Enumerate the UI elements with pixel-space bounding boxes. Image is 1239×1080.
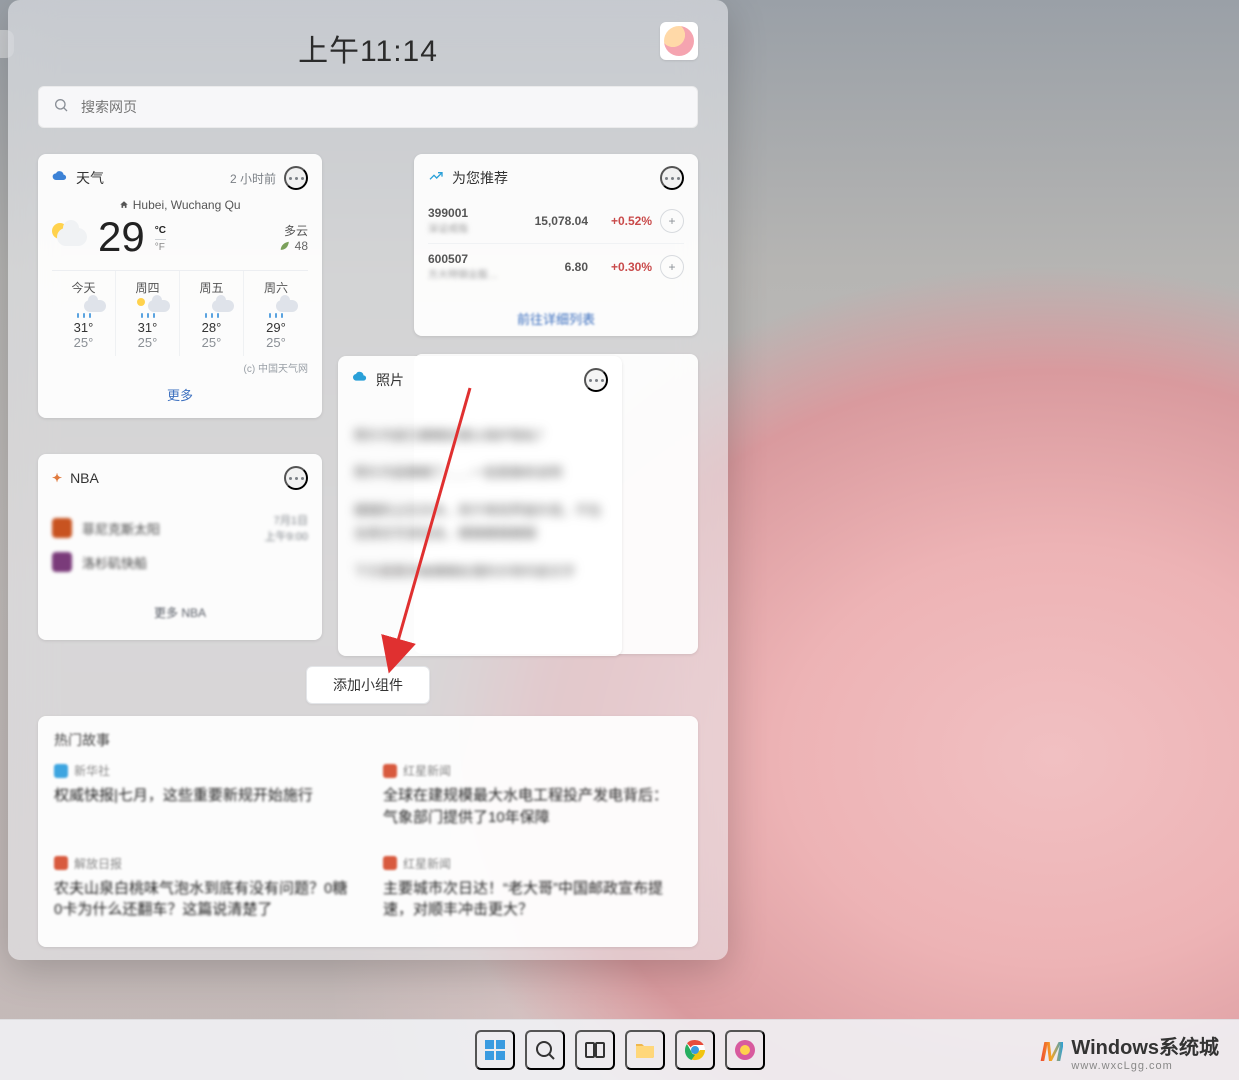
profile-button[interactable]: [660, 22, 698, 60]
weather-location: Hubei, Wuchang Qu: [52, 198, 308, 212]
forecast-day[interactable]: 周六29°25°: [244, 271, 308, 356]
forecast-day[interactable]: 今天31°25°: [52, 271, 116, 356]
file-explorer-button[interactable]: [625, 1030, 665, 1070]
nba-team-row: 菲尼克斯太阳 7月1日 上午9:00: [52, 508, 308, 548]
watchlist-link[interactable]: 前往详细列表: [428, 309, 684, 328]
weather-icon: [52, 168, 68, 189]
weather-title: 天气: [76, 168, 222, 188]
add-widget-row: 添加小组件: [38, 666, 698, 704]
search-bar[interactable]: [38, 86, 698, 128]
nba-schedule: 7月1日 上午9:00: [265, 512, 308, 544]
nba-more-button[interactable]: [284, 466, 308, 490]
team-logo-icon: [52, 552, 72, 572]
nba-icon: ✦: [52, 471, 62, 485]
current-temp: 29: [98, 216, 145, 258]
header-time: 上午11:14: [298, 26, 438, 70]
leaf-icon: [278, 239, 291, 253]
team-logo-icon: [52, 518, 72, 538]
forecast-day[interactable]: 周四31°25°: [116, 271, 180, 356]
card-head: 天气 2 小时前: [52, 166, 308, 190]
watchlist-card[interactable]: 为您推荐 399001深证成指15,078.04+0.52%+600507方大特…: [414, 154, 698, 336]
watermark-logo-icon: M: [1040, 1036, 1063, 1068]
watchlist-more-button[interactable]: [660, 166, 684, 190]
taskbar: M Windows系统城 www.wxcLgg.com: [0, 1019, 1239, 1080]
taskbar-center: [475, 1030, 765, 1070]
forecast-row: 今天31°25°周四31°25°周五28°25°周六29°25°: [52, 270, 308, 356]
weather-card[interactable]: 天气 2 小时前 Hubei, Wuchang Qu 29 °C °F 多云 4…: [38, 154, 322, 418]
nba-more-link[interactable]: 更多 NBA: [52, 604, 308, 621]
card-head: ✦ NBA: [52, 466, 308, 490]
source-badge-icon: [383, 856, 397, 870]
stock-list: 399001深证成指15,078.04+0.52%+600507方大特钢业股…6…: [428, 198, 684, 289]
weather-age: 2 小时前: [230, 170, 276, 187]
photos-icon: [352, 370, 368, 391]
photos-title: 照片: [376, 370, 576, 390]
news-item[interactable]: 解放日报农夫山泉白桃味气泡水到底有没有问题？0糖0卡为什么还翻车？这篇说清楚了: [54, 855, 353, 922]
source-badge-icon: [383, 764, 397, 778]
unit-toggle[interactable]: °C °F: [155, 225, 166, 254]
watchlist-title: 为您推荐: [452, 168, 652, 188]
partly-cloudy-icon: [52, 219, 88, 255]
weather-now-row: 29 °C °F 多云 48: [52, 216, 308, 258]
start-button[interactable]: [475, 1030, 515, 1070]
news-feed: 热门故事 新华社权威快报|七月，这些重要新规开始施行红星新闻全球在建规模最大水电…: [38, 716, 698, 947]
chart-icon: [428, 168, 444, 189]
add-stock-button[interactable]: +: [660, 255, 684, 279]
watermark: M Windows系统城 www.wxcLgg.com: [1040, 1031, 1219, 1072]
weather-more-link[interactable]: 更多: [52, 385, 308, 404]
search-input[interactable]: [79, 98, 683, 116]
news-item[interactable]: 红星新闻主要城市次日达！“老大哥”中国邮政宣布提速，对顺丰冲击更大？: [383, 855, 682, 922]
watermark-title: Windows系统城: [1071, 1031, 1219, 1060]
add-widget-button[interactable]: 添加小组件: [306, 666, 430, 704]
nba-card[interactable]: ✦ NBA 菲尼克斯太阳 7月1日 上午9:00 洛杉矶快船 更: [38, 454, 322, 640]
photos-card[interactable]: 照片 照片内容已模糊处理以保护隐私？ 照片内容模糊了……一些图像和说明 模糊的占…: [338, 356, 622, 656]
home-icon: [119, 198, 129, 212]
watermark-url: www.wxcLgg.com: [1071, 1060, 1219, 1072]
widgets-panel: 上午11:14 天气 2 小时前 Hubei, Wuchang Qu: [8, 0, 728, 960]
stock-row[interactable]: 600507方大特钢业股…6.80+0.30%+: [428, 243, 684, 289]
source-badge-icon: [54, 856, 68, 870]
widgets-header: 上午11:14: [38, 18, 698, 78]
source-badge-icon: [54, 764, 68, 778]
chrome-button[interactable]: [675, 1030, 715, 1070]
photos-more-button[interactable]: [584, 368, 608, 392]
weather-condition: 多云 48: [278, 222, 308, 253]
photos-body: 照片内容已模糊处理以保护隐私？ 照片内容模糊了……一些图像和说明 模糊的占位文本…: [352, 400, 608, 607]
feed-title: 热门故事: [54, 730, 682, 750]
weather-more-button[interactable]: [284, 166, 308, 190]
stock-row[interactable]: 399001深证成指15,078.04+0.52%+: [428, 198, 684, 243]
add-stock-button[interactable]: +: [660, 209, 684, 233]
task-view-button[interactable]: [575, 1030, 615, 1070]
card-head: 照片: [352, 368, 608, 392]
card-head: 为您推荐: [428, 166, 684, 190]
search-icon: [53, 97, 69, 118]
app-button[interactable]: [725, 1030, 765, 1070]
nba-title: NBA: [70, 470, 276, 486]
weather-credit: (c) 中国天气网: [52, 360, 308, 375]
avatar-icon: [664, 26, 694, 56]
news-item[interactable]: 新华社权威快报|七月，这些重要新规开始施行: [54, 762, 353, 829]
forecast-day[interactable]: 周五28°25°: [180, 271, 244, 356]
taskbar-search-button[interactable]: [525, 1030, 565, 1070]
nba-team-row: 洛杉矶快船: [52, 548, 308, 576]
news-item[interactable]: 红星新闻全球在建规模最大水电工程投产发电背后：气象部门提供了10年保障: [383, 762, 682, 829]
